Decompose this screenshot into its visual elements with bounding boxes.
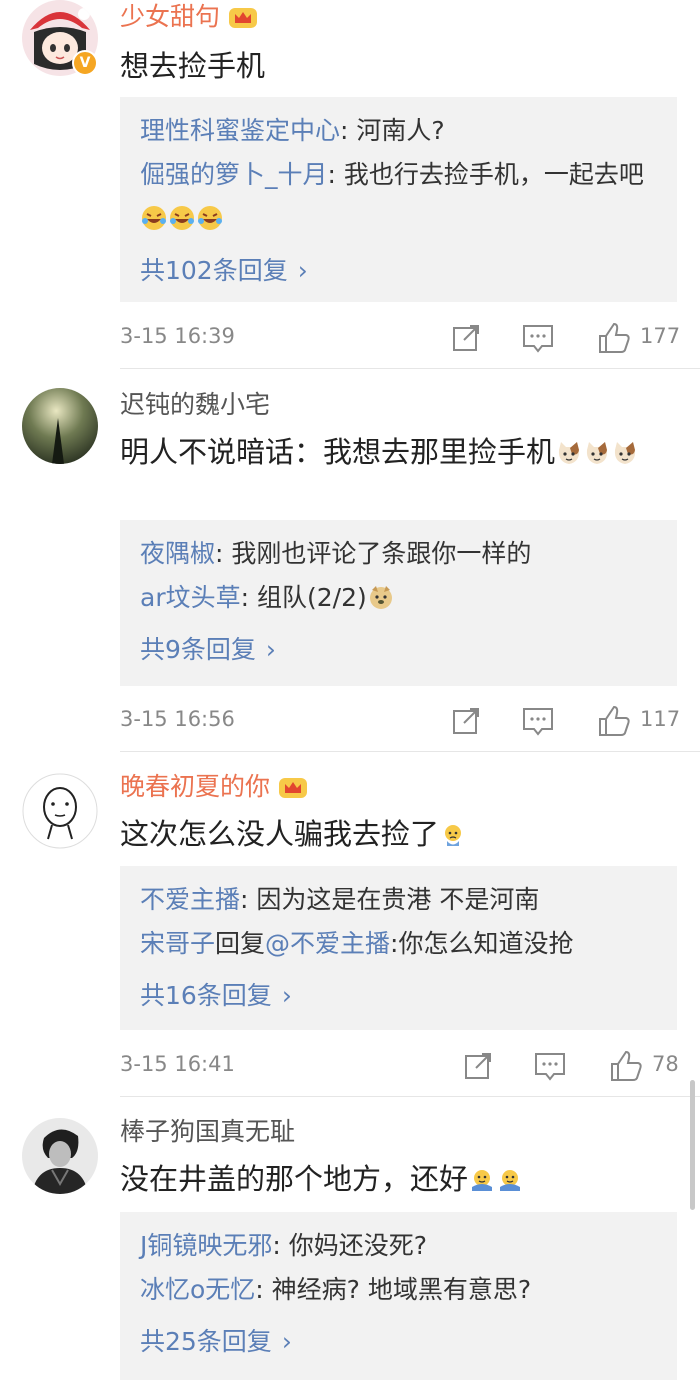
comment-text: 明人不说暗话：我想去那里捡手机: [120, 430, 680, 474]
like-count: 117: [640, 707, 681, 731]
thumbs-up-icon[interactable]: [594, 318, 634, 358]
reply-text: 你妈还没死?: [288, 1231, 428, 1260]
reply-box[interactable]: 理性科蜜鉴定中心: 河南人? 倔强的箩卜_十月: 我也行去捡手机，一起去吧 共1…: [120, 97, 677, 302]
reply-item[interactable]: 倔强的箩卜_十月: 我也行去捡手机，一起去吧: [140, 153, 657, 241]
username[interactable]: 棒子狗国真无耻: [120, 1115, 295, 1149]
reply-author[interactable]: 夜隅椒: [140, 539, 215, 568]
reply-box[interactable]: 夜隅椒: 我刚也评论了条跟你一样的 ar坟头草: 组队(2/2) 共9条回复 ›: [120, 520, 677, 686]
share-icon[interactable]: [458, 1046, 498, 1086]
sad-face-emoji-icon: [445, 825, 462, 846]
reply-author[interactable]: J铜镜映无邪: [140, 1231, 272, 1260]
reply-text: 你怎么知道没抢: [398, 929, 574, 958]
hug-emoji-icon: [472, 1170, 493, 1191]
comment-icon[interactable]: [518, 318, 558, 358]
avatar[interactable]: [22, 1118, 98, 1194]
reply-author[interactable]: 不爱主播: [140, 885, 240, 914]
comment-icon[interactable]: [530, 1046, 570, 1086]
cat-emoji-icon: [586, 442, 608, 464]
reply-text: 因为这是在贵港 不是河南: [256, 885, 540, 914]
reply-item[interactable]: 理性科蜜鉴定中心: 河南人?: [140, 109, 657, 153]
laughing-tears-emoji-icon: [198, 206, 222, 230]
share-icon[interactable]: [446, 701, 486, 741]
reply-box[interactable]: J铜镜映无邪: 你妈还没死? 冰忆o无忆: 神经病? 地域黑有意思? 共25条回…: [120, 1212, 677, 1380]
comment-text: 想去捡手机: [120, 49, 266, 83]
reply-text: 我也行去捡手机，一起去吧: [343, 160, 644, 189]
view-more-replies-link[interactable]: 共9条回复 ›: [140, 626, 657, 674]
reply-text: 神经病? 地域黑有意思?: [271, 1275, 532, 1304]
comment-meta: 3-15 16:39 177: [120, 318, 680, 358]
comment-meta: 3-15 16:41 78: [120, 1046, 680, 1086]
reply-item[interactable]: J铜镜映无邪: 你妈还没死?: [140, 1224, 657, 1268]
view-more-replies-link[interactable]: 共16条回复 ›: [140, 972, 657, 1020]
reply-text: 组队(2/2): [256, 583, 367, 612]
thumbs-up-icon[interactable]: [594, 701, 634, 741]
reply-text: 河南人?: [356, 116, 445, 145]
divider: [120, 751, 700, 752]
reply-author[interactable]: ar坟头草: [140, 583, 241, 612]
comment-text: 这次怎么没人骗我去捡了: [120, 812, 680, 856]
avatar[interactable]: [22, 773, 98, 849]
cat-emoji-icon: [614, 442, 636, 464]
view-more-replies-link[interactable]: 共102条回复 ›: [140, 247, 657, 295]
timestamp: 3-15 16:56: [120, 707, 235, 731]
thumbs-up-icon[interactable]: [606, 1046, 646, 1086]
divider: [120, 1096, 700, 1097]
chevron-right-icon: ›: [281, 981, 292, 1010]
chevron-right-icon: ›: [265, 635, 276, 664]
reply-author[interactable]: 理性科蜜鉴定中心: [140, 116, 340, 145]
avatar[interactable]: [22, 388, 98, 464]
reply-author[interactable]: 宋哥子: [140, 929, 215, 958]
comment-meta: 3-15 16:56 117: [120, 701, 680, 741]
reply-author[interactable]: 冰忆o无忆: [140, 1275, 255, 1304]
share-icon[interactable]: [446, 318, 486, 358]
reply-box[interactable]: 不爱主播: 因为这是在贵港 不是河南 宋哥子回复@不爱主播:你怎么知道没抢 共1…: [120, 866, 677, 1030]
hug-emoji-icon: [500, 1170, 521, 1191]
reply-item[interactable]: 不爱主播: 因为这是在贵港 不是河南: [140, 878, 657, 922]
v-badge-icon: V: [72, 50, 98, 76]
chevron-right-icon: ›: [281, 1327, 292, 1356]
chevron-right-icon: ›: [297, 256, 308, 285]
username[interactable]: 晚春初夏的你: [120, 770, 308, 804]
comment-icon[interactable]: [518, 701, 558, 741]
comment-text: 没在井盖的那个地方，还好: [120, 1157, 680, 1201]
mention-link[interactable]: @不爱主播: [265, 929, 390, 958]
timestamp: 3-15 16:41: [120, 1052, 235, 1076]
laughing-tears-emoji-icon: [142, 206, 166, 230]
like-count: 177: [640, 324, 681, 348]
like-count: 78: [652, 1052, 679, 1076]
doge-emoji-icon: [369, 586, 392, 609]
reply-item[interactable]: 宋哥子回复@不爱主播:你怎么知道没抢: [140, 922, 657, 966]
reply-text: 我刚也评论了条跟你一样的: [231, 539, 532, 568]
reply-item[interactable]: 夜隅椒: 我刚也评论了条跟你一样的: [140, 532, 657, 576]
timestamp: 3-15 16:39: [120, 324, 235, 348]
reply-verb: 回复: [215, 929, 266, 958]
username[interactable]: 少女甜句: [120, 0, 258, 34]
username[interactable]: 迟钝的魏小宅: [120, 388, 270, 422]
divider: [120, 368, 700, 369]
crown-icon: [229, 8, 258, 28]
reply-author[interactable]: 倔强的箩卜_十月: [140, 160, 328, 189]
cat-emoji-icon: [558, 442, 580, 464]
reply-item[interactable]: 冰忆o无忆: 神经病? 地域黑有意思?: [140, 1268, 657, 1312]
crown-icon: [279, 778, 308, 798]
laughing-tears-emoji-icon: [170, 206, 194, 230]
view-more-replies-link[interactable]: 共25条回复 ›: [140, 1318, 657, 1366]
scrollbar[interactable]: [690, 1080, 695, 1210]
reply-item[interactable]: ar坟头草: 组队(2/2): [140, 576, 657, 620]
